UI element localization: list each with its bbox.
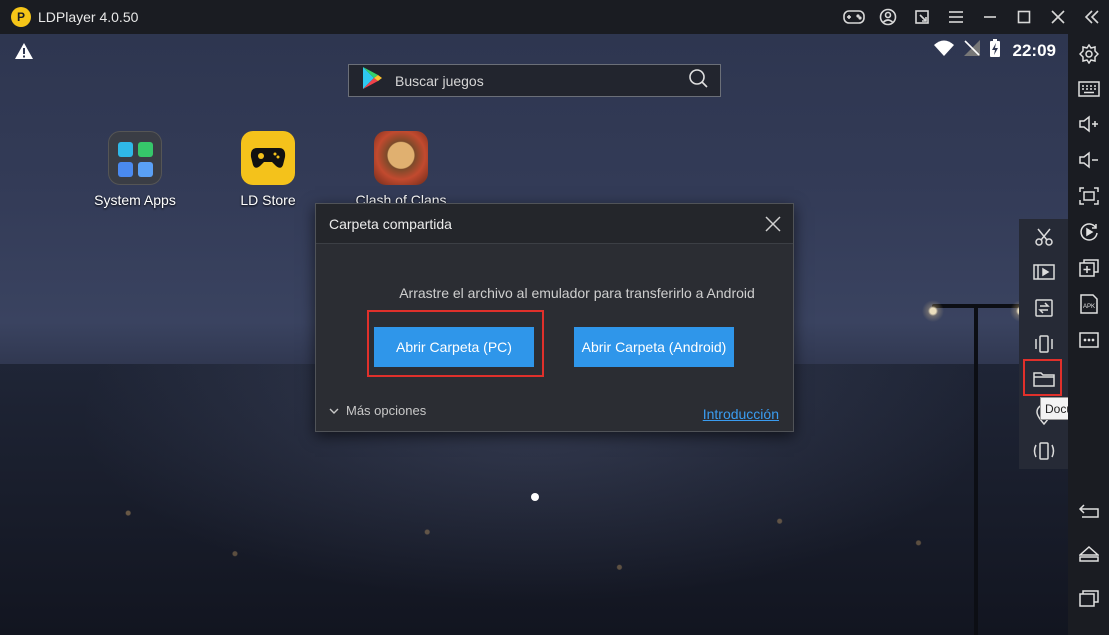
no-signal-icon	[963, 39, 981, 62]
more-options-toggle[interactable]: Más opciones	[329, 403, 426, 418]
chevron-down-icon	[329, 403, 339, 418]
back-icon[interactable]	[1068, 496, 1109, 526]
app-label: System Apps	[94, 192, 176, 208]
status-clock: 22:09	[1012, 40, 1056, 60]
ldplayer-window: P LDPlayer 4.0.50 22:09 Buscar juegos Sy…	[0, 0, 1109, 635]
svg-text:APK: APK	[1083, 304, 1095, 310]
app-system-apps[interactable]: System Apps	[80, 131, 190, 208]
keyboard-icon[interactable]	[1068, 74, 1109, 104]
open-folder-android-button[interactable]: Abrir Carpeta (Android)	[574, 327, 734, 367]
floating-toolbar	[1019, 219, 1068, 469]
search-bar[interactable]: Buscar juegos	[348, 64, 721, 97]
settings-icon[interactable]	[1068, 39, 1109, 69]
fullscreen-icon[interactable]	[1068, 181, 1109, 211]
shake-icon[interactable]	[1019, 326, 1068, 362]
add-window-icon[interactable]	[1068, 253, 1109, 283]
sync-icon[interactable]	[1019, 290, 1068, 326]
shared-folder-dialog: Carpeta compartida Arrastre el archivo a…	[315, 203, 794, 432]
window-controls	[837, 0, 1109, 34]
dialog-close-icon[interactable]	[763, 214, 783, 234]
system-apps-icon	[108, 131, 162, 185]
ldplayer-logo-icon: P	[11, 7, 31, 27]
status-bar: 22:09	[933, 38, 1056, 63]
video-icon[interactable]	[1019, 254, 1068, 290]
app-clash-of-clans[interactable]: Clash of Clans	[346, 131, 456, 208]
title-bar: P LDPlayer 4.0.50	[0, 0, 1109, 34]
app-ld-store[interactable]: LD Store	[213, 131, 323, 208]
more-icon[interactable]	[1068, 325, 1109, 355]
user-icon[interactable]	[871, 0, 905, 34]
close-icon[interactable]	[1041, 0, 1075, 34]
volume-up-icon[interactable]	[1068, 109, 1109, 139]
collapse-icon[interactable]	[1075, 0, 1109, 34]
maximize-icon[interactable]	[1007, 0, 1041, 34]
apk-icon[interactable]: APK	[1068, 289, 1109, 319]
more-options-label: Más opciones	[346, 403, 427, 418]
minimize-icon[interactable]	[973, 0, 1007, 34]
introduction-link[interactable]: Introducción	[703, 406, 779, 422]
home-icon[interactable]	[1068, 539, 1109, 569]
record-icon[interactable]	[1068, 217, 1109, 247]
volume-down-icon[interactable]	[1068, 145, 1109, 175]
menu-icon[interactable]	[939, 0, 973, 34]
ld-store-icon	[241, 131, 295, 185]
recents-icon[interactable]	[1068, 583, 1109, 613]
search-icon[interactable]	[688, 68, 708, 93]
search-placeholder: Buscar juegos	[395, 72, 484, 89]
play-store-icon	[361, 66, 383, 95]
battery-charging-icon	[989, 38, 1001, 63]
folder-highlight-box	[1023, 359, 1062, 396]
clash-of-clans-icon	[374, 131, 428, 185]
warning-icon	[14, 42, 34, 65]
dialog-message: Arrastre el archivo al emulador para tra…	[399, 285, 755, 301]
app-label: LD Store	[240, 192, 296, 208]
dialog-title: Carpeta compartida	[329, 215, 452, 232]
street-lamp	[922, 284, 1032, 635]
open-folder-pc-button[interactable]: Abrir Carpeta (PC)	[374, 327, 534, 367]
app-title: LDPlayer 4.0.50	[38, 9, 139, 25]
dialog-header: Carpeta compartida	[316, 204, 793, 244]
scissors-icon[interactable]	[1019, 219, 1068, 255]
share-icon[interactable]	[905, 0, 939, 34]
gamepad-icon[interactable]	[837, 0, 871, 34]
rotate-shake-icon[interactable]	[1019, 433, 1068, 469]
right-sidebar: APK	[1068, 34, 1109, 635]
page-indicator-dot	[531, 493, 539, 501]
wifi-icon	[933, 39, 955, 62]
